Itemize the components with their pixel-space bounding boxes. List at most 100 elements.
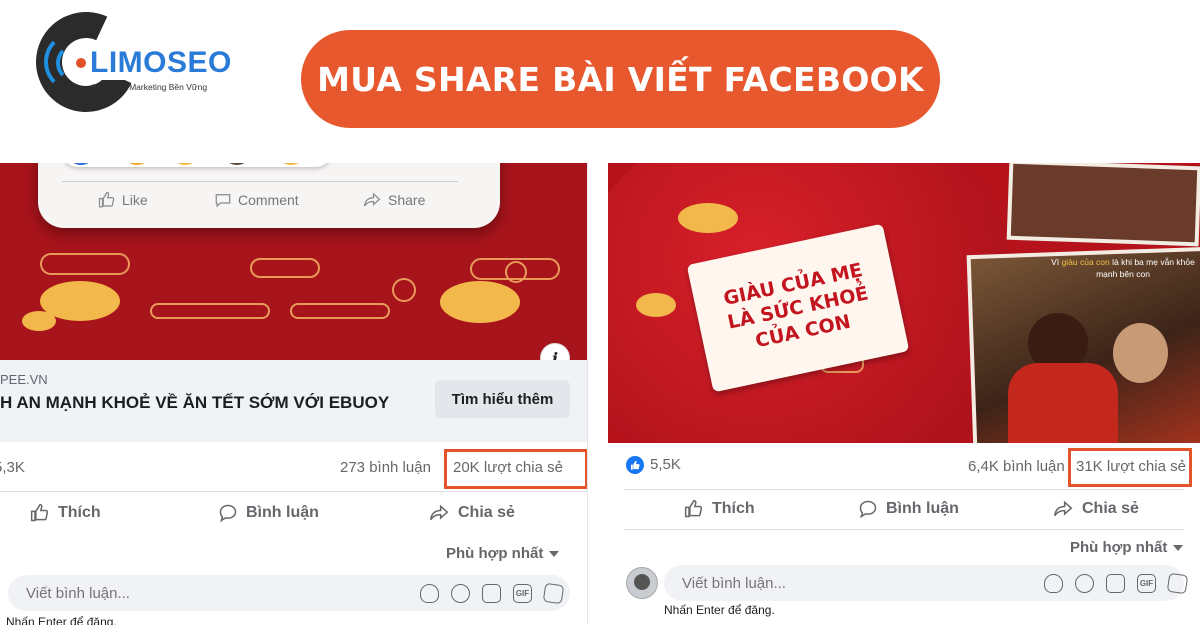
share-button[interactable]: Chia sẻ	[428, 503, 515, 523]
post-actions: Thích Bình luận Chia sẻ	[608, 489, 1200, 533]
actions-divider	[624, 529, 1184, 530]
sticker-icon[interactable]	[1044, 574, 1063, 593]
share-label: Chia sẻ	[458, 504, 515, 521]
reaction-count-wrap[interactable]: 5,5K	[626, 456, 681, 475]
left-post: Like Comment Share i PEE.VN H AN MẠNH KH…	[0, 163, 588, 625]
right-post: GIÀU CỦA MẸ LÀ SỨC KHOẺ CỦA CON Vì giàu …	[608, 163, 1200, 625]
comment-input-box[interactable]: GIF	[664, 565, 1189, 601]
gold-ingot-icon	[440, 281, 520, 323]
thumbs-up-icon	[684, 499, 703, 518]
sort-label: Phù hợp nhất	[1070, 539, 1168, 556]
comment-input[interactable]	[26, 575, 326, 611]
photo-person-grandmother	[1113, 323, 1168, 383]
ad-domain: PEE.VN	[0, 372, 48, 387]
mock-reaction-bar	[62, 163, 332, 167]
comment-button[interactable]: Bình luận	[858, 499, 959, 519]
share-count-highlight	[444, 449, 587, 489]
photo-frame-top	[1006, 163, 1200, 247]
comment-count[interactable]: 6,4K bình luận	[968, 458, 1065, 475]
mock-like: Like	[98, 191, 148, 209]
reaction-count: 5,5K	[650, 456, 681, 473]
camera-icon[interactable]	[1106, 574, 1125, 593]
gold-coin-icon	[678, 203, 738, 233]
gif-icon[interactable]: GIF	[513, 584, 532, 603]
logo-tagline: Khởi Tạo Marketing Bền Vững	[92, 82, 208, 92]
thumbs-up-icon	[30, 503, 49, 522]
logo-dot-icon	[76, 58, 86, 68]
left-post-image[interactable]: Like Comment Share	[0, 163, 587, 360]
swirl-pattern	[150, 303, 270, 319]
emoji-icon[interactable]	[1075, 574, 1094, 593]
reaction-like-icon	[66, 163, 96, 165]
reaction-sad-icon	[276, 163, 306, 165]
camera-icon[interactable]	[482, 584, 501, 603]
cloud-pattern	[40, 253, 130, 275]
post-actions: Thích Bình luận Chia sẻ	[0, 493, 587, 537]
enter-hint: Nhấn Enter để đăng.	[664, 603, 775, 617]
banner-title: MUA SHARE BÀI VIẾT FACEBOOK	[317, 59, 924, 99]
mock-divider	[62, 181, 458, 182]
comment-tools: GIF	[1044, 572, 1189, 595]
share-icon	[429, 504, 449, 521]
like-label: Thích	[58, 504, 101, 521]
mock-comment-label: Comment	[238, 192, 299, 208]
sort-label: Phù hợp nhất	[446, 545, 544, 562]
mock-facebook-card: Like Comment Share	[38, 163, 500, 228]
comment-button[interactable]: Bình luận	[218, 503, 319, 523]
caption-highlight: giàu của con	[1061, 257, 1110, 267]
comment-label: Bình luận	[246, 504, 319, 521]
caption-text-post: là khi ba mẹ vẫn khỏe mạnh bên con	[1096, 257, 1195, 279]
caret-down-icon	[1173, 545, 1184, 552]
comment-label: Bình luận	[886, 500, 959, 517]
mock-share: Share	[362, 191, 425, 209]
photo-caption: Vì giàu của con là khi ba mẹ vẫn khỏe mạ…	[1048, 256, 1198, 280]
gold-coin-icon	[22, 311, 56, 331]
cloud-pattern	[250, 258, 320, 278]
share-count-highlight	[1068, 448, 1192, 487]
comment-icon	[215, 194, 231, 208]
share-label: Chia sẻ	[1082, 500, 1139, 517]
photo-person-body	[1008, 363, 1118, 443]
right-post-image[interactable]: GIÀU CỦA MẸ LÀ SỨC KHOẺ CỦA CON Vì giàu …	[608, 163, 1200, 443]
mock-share-label: Share	[388, 192, 426, 208]
gold-coin-icon	[636, 293, 676, 317]
emoji-icon[interactable]	[451, 584, 470, 603]
mock-comment: Comment	[214, 191, 299, 209]
like-button[interactable]: Thích	[30, 503, 101, 523]
stats-divider	[0, 491, 587, 492]
comment-icon	[859, 500, 877, 519]
reaction-haha-icon	[170, 163, 200, 165]
reaction-love-icon	[122, 163, 152, 165]
enter-hint: Nhấn Enter để đăng.	[6, 615, 117, 625]
ad-title: H AN MẠNH KHOẺ VỀ ĂN TẾT SỚM VỚI EBUOY	[0, 393, 390, 412]
like-button[interactable]: Thích	[684, 499, 755, 519]
comment-count[interactable]: 273 bình luận	[340, 459, 431, 476]
sticker-icon[interactable]	[420, 584, 439, 603]
comment-input[interactable]	[682, 565, 982, 601]
comment-icon	[219, 504, 237, 523]
sort-dropdown[interactable]: Phù hợp nhất	[446, 545, 560, 562]
reaction-count[interactable]: 5,3K	[0, 459, 25, 476]
gif-icon[interactable]: GIF	[1137, 574, 1156, 593]
swirl-pattern	[290, 303, 390, 319]
share-icon	[1053, 500, 1073, 517]
limoseo-logo: LIMOSEO Khởi Tạo Marketing Bền Vững	[21, 0, 234, 127]
comment-tools: GIF	[420, 582, 565, 605]
caption-text-pre: Vì	[1051, 257, 1062, 267]
like-reaction-icon	[626, 456, 644, 475]
ad-link-bar[interactable]: PEE.VN H AN MẠNH KHOẺ VỀ ĂN TẾT SỚM VỚI …	[0, 360, 587, 442]
share-button[interactable]: Chia sẻ	[1052, 499, 1139, 519]
sort-dropdown[interactable]: Phù hợp nhất	[1070, 539, 1184, 556]
logo-name: LIMOSEO	[88, 46, 234, 80]
sticker-2-icon[interactable]	[542, 582, 565, 605]
banner-title-pill: MUA SHARE BÀI VIẾT FACEBOOK	[301, 30, 940, 128]
like-label: Thích	[712, 500, 755, 517]
learn-more-button[interactable]: Tìm hiểu thêm	[435, 380, 570, 418]
share-icon	[363, 192, 381, 207]
comment-input-box[interactable]: GIF	[8, 575, 570, 611]
user-avatar[interactable]	[626, 567, 658, 599]
reaction-wow-icon	[222, 163, 252, 165]
coin-outline-icon	[505, 261, 527, 283]
sticker-2-icon[interactable]	[1166, 572, 1189, 595]
thumbs-up-icon	[98, 191, 115, 208]
